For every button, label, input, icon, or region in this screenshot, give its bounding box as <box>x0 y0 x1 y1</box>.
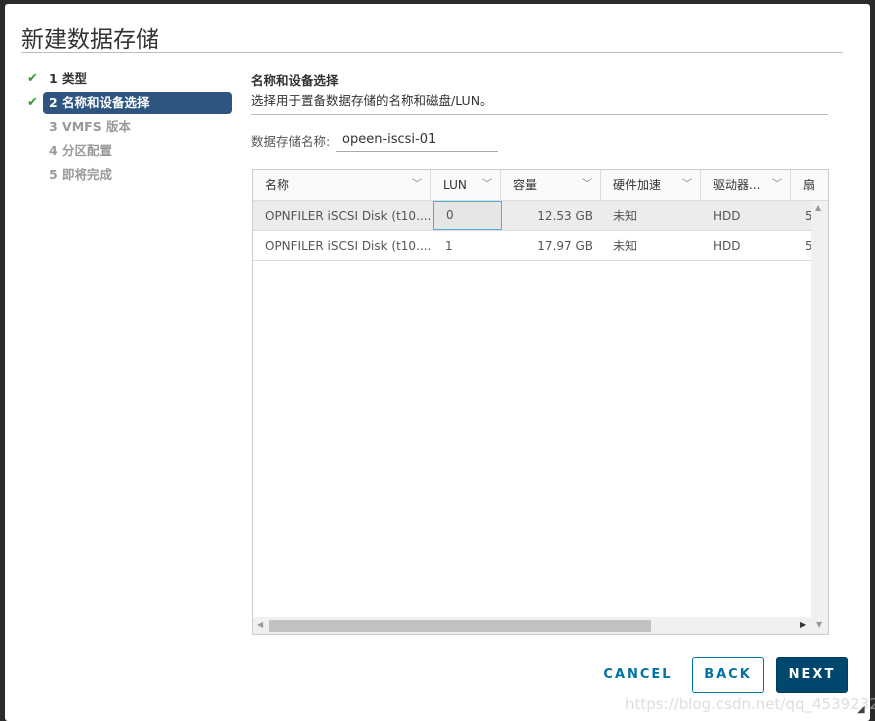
step-3: 3 VMFS 版本 <box>49 119 132 134</box>
chevron-down-icon[interactable]: ﹀ <box>412 170 422 200</box>
chevron-down-icon[interactable]: ﹀ <box>682 170 692 200</box>
section-description: 选择用于置备数据存储的名称和磁盘/LUN。 <box>251 93 493 108</box>
column-header-hw-accel[interactable]: 硬件加速 ﹀ <box>601 170 701 201</box>
step-4: 4 分区配置 <box>49 143 113 158</box>
cancel-button[interactable]: CANCEL <box>596 657 680 693</box>
table-row[interactable]: OPNFILER iSCSI Disk (t10.... 0 12.53 GB … <box>253 201 811 231</box>
scroll-right-icon[interactable]: ▶ <box>800 620 806 629</box>
header-label: 名称 <box>265 178 290 192</box>
cell-drive-type: HDD <box>713 209 741 223</box>
datastore-name-label: 数据存储名称: <box>251 134 331 149</box>
step-5: 5 即将完成 <box>49 167 113 182</box>
cell-lun: 1 <box>445 239 453 253</box>
column-header-sector[interactable]: 扇 <box>791 170 828 201</box>
cell-lun[interactable]: 0 <box>433 201 502 230</box>
cell-name: OPNFILER iSCSI Disk (t10.... <box>265 209 431 223</box>
check-icon: ✔ <box>27 95 38 110</box>
cell-sector: 5 <box>793 201 811 231</box>
cell-hw-accel: 未知 <box>613 209 638 223</box>
scroll-down-icon[interactable]: ▼ <box>816 620 822 629</box>
header-label: LUN <box>443 178 467 192</box>
column-header-drive-type[interactable]: 驱动器... ﹀ <box>701 170 791 201</box>
chevron-down-icon[interactable]: ﹀ <box>582 170 592 200</box>
next-button[interactable]: NEXT <box>776 657 848 693</box>
watermark: https://blog.csdn.net/qq_45392321 <box>625 695 875 713</box>
resize-handle-icon[interactable]: ◢ <box>857 704 865 715</box>
scrollbar-thumb[interactable] <box>269 620 651 632</box>
cell-hw-accel: 未知 <box>613 239 638 253</box>
step-2[interactable]: 2 名称和设备选择 <box>43 92 232 114</box>
scroll-up-icon[interactable]: ▲ <box>815 203 821 212</box>
cell-sector: 5 <box>793 231 811 261</box>
cell-name: OPNFILER iSCSI Disk (t10.... <box>265 239 431 253</box>
back-button[interactable]: BACK <box>692 657 764 693</box>
vertical-scrollbar[interactable]: ▲ <box>811 201 828 617</box>
datastore-name-input[interactable] <box>336 128 498 152</box>
column-header-name[interactable]: 名称 ﹀ <box>253 170 431 201</box>
header-label: 驱动器... <box>713 178 761 192</box>
device-table: 名称 ﹀ LUN ﹀ 容量 ﹀ 硬件加速 ﹀ 驱动器... ﹀ 扇 OPNFILER iS… <box>252 169 829 635</box>
step-1[interactable]: 1 类型 <box>43 68 232 90</box>
header-label: 硬件加速 <box>613 178 662 192</box>
scroll-left-icon[interactable]: ◀ <box>257 620 263 629</box>
check-icon: ✔ <box>27 71 38 86</box>
divider <box>21 52 843 53</box>
column-header-capacity[interactable]: 容量 ﹀ <box>501 170 601 201</box>
cell-drive-type: HDD <box>713 239 741 253</box>
cell-capacity: 17.97 GB <box>537 239 593 253</box>
chevron-down-icon[interactable]: ﹀ <box>772 170 782 200</box>
column-header-lun[interactable]: LUN ﹀ <box>431 170 501 201</box>
cell-capacity: 12.53 GB <box>537 209 593 223</box>
table-row[interactable]: OPNFILER iSCSI Disk (t10.... 1 17.97 GB … <box>253 231 811 261</box>
section-heading: 名称和设备选择 <box>251 73 339 88</box>
dialog-title: 新建数据存储 <box>21 27 159 53</box>
chevron-down-icon[interactable]: ﹀ <box>482 170 492 200</box>
horizontal-scrollbar[interactable]: ◀ ▶ ▼ <box>253 617 828 634</box>
header-label: 容量 <box>513 178 538 192</box>
divider <box>251 114 828 115</box>
header-label: 扇 <box>803 178 816 192</box>
